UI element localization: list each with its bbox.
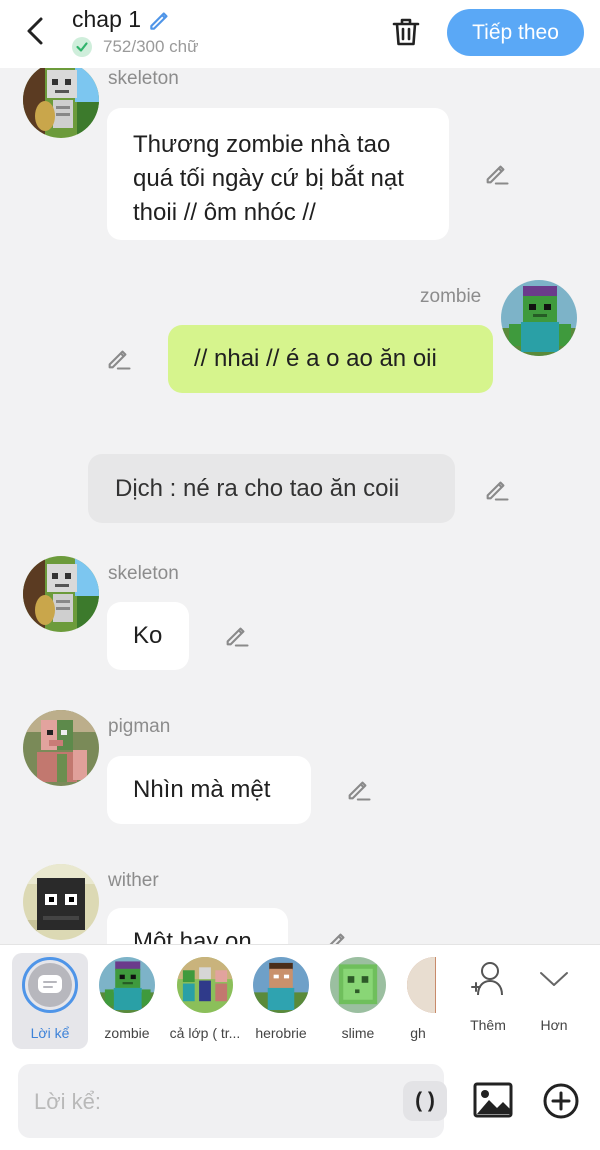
word-count: 752/300 chữ: [103, 37, 199, 56]
avatar-zombie[interactable]: [501, 280, 577, 356]
check-icon: [72, 37, 92, 57]
character-avatar: [99, 957, 155, 1013]
character-name: zombie: [104, 1025, 150, 1041]
chapter-title-block: chap 1 752/300 chữ: [72, 6, 199, 57]
message-bubble[interactable]: Nhìn mà mệt: [107, 756, 311, 824]
avatar-wither[interactable]: [23, 864, 99, 940]
character-slime[interactable]: slime: [323, 945, 393, 1056]
message-bubble[interactable]: // nhai // é a o ao ăn oii: [168, 325, 493, 393]
character-name: slime: [341, 1025, 375, 1041]
character-avatar: [407, 957, 436, 1013]
narrator-label: Lời kể: [30, 1025, 70, 1041]
narration-bubble[interactable]: Dịch : né ra cho tao ăn coii: [88, 454, 455, 523]
chevron-left-icon: [27, 17, 43, 45]
edit-message-icon[interactable]: [104, 343, 134, 373]
delete-button[interactable]: [386, 12, 426, 52]
trash-icon: [392, 18, 420, 46]
narration-text: Dịch : né ra cho tao ăn coii: [115, 474, 400, 502]
top-bar: chap 1 752/300 chữ Tiếp theo: [0, 0, 600, 68]
character-name: cả lớp ( tr...: [169, 1025, 241, 1041]
character-narrator[interactable]: Lời kể: [12, 953, 88, 1049]
composer: ( ): [0, 1056, 600, 1150]
character-name: herobrie: [255, 1025, 307, 1041]
character-ghast[interactable]: gh: [400, 945, 436, 1056]
character-bar: Lời kể zombie cả lớp ( tr... herobrie sl…: [0, 944, 600, 1056]
edit-message-icon[interactable]: [322, 926, 352, 944]
sender-name: wither: [108, 870, 159, 891]
character-herobrine[interactable]: herobrie: [246, 945, 316, 1056]
add-user-icon: [468, 959, 508, 999]
message-bubble[interactable]: Một hay on: [107, 908, 288, 944]
message-bubble[interactable]: Thương zombie nhà tao quá tối ngày cứ bị…: [107, 108, 449, 240]
sender-name: skeleton: [108, 563, 179, 584]
edit-message-icon[interactable]: [482, 474, 512, 504]
chat-area: skeleton Thương zombie nhà tao quá tối n…: [0, 68, 600, 944]
avatar-pigman[interactable]: [23, 710, 99, 786]
message-input[interactable]: [34, 1082, 374, 1122]
sender-name: pigman: [108, 716, 171, 737]
plus-circle-icon: [543, 1083, 579, 1119]
edit-title-icon[interactable]: [147, 7, 173, 33]
message-bubble[interactable]: Ko: [107, 602, 189, 670]
avatar-skeleton[interactable]: [23, 556, 99, 632]
speech-bubble-icon: [38, 975, 62, 993]
next-button[interactable]: Tiếp theo: [447, 9, 584, 56]
character-avatar: [253, 957, 309, 1013]
message-input-box: ( ): [18, 1064, 447, 1138]
chevron-down-icon: [534, 959, 574, 999]
insert-image-button[interactable]: [472, 1080, 514, 1120]
sender-name: zombie: [420, 286, 482, 307]
character-zombie[interactable]: zombie: [92, 945, 162, 1056]
character-avatar: [330, 957, 386, 1013]
avatar-skeleton[interactable]: [23, 68, 99, 138]
add-character-button[interactable]: Thêm: [456, 945, 520, 1056]
more-label: Hơn: [540, 1017, 568, 1033]
character-class[interactable]: cả lớp ( tr...: [170, 945, 240, 1056]
add-character-label: Thêm: [470, 1017, 506, 1033]
chapter-title[interactable]: chap 1: [72, 6, 141, 33]
parentheses-button[interactable]: ( ): [403, 1081, 447, 1121]
add-button[interactable]: [540, 1080, 582, 1122]
edit-message-icon[interactable]: [482, 158, 512, 188]
edit-message-icon[interactable]: [222, 620, 252, 650]
more-button[interactable]: Hơn: [522, 945, 586, 1056]
narrator-avatar: [22, 957, 78, 1013]
sender-name: skeleton: [108, 68, 179, 89]
image-icon: [473, 1082, 513, 1118]
edit-message-icon[interactable]: [344, 774, 374, 804]
character-avatar: [177, 957, 233, 1013]
back-button[interactable]: [18, 12, 52, 50]
character-name: gh: [410, 1025, 426, 1041]
